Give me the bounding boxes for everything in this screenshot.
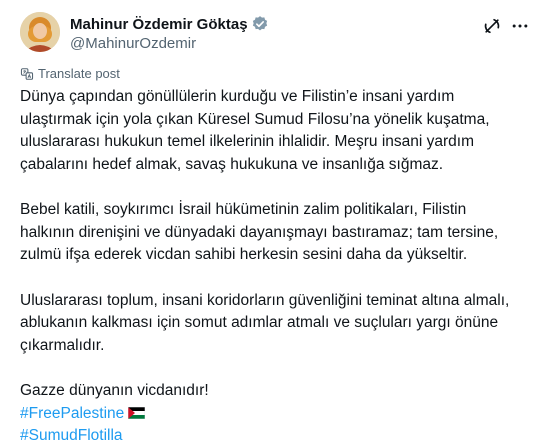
closing-line: Gazze dünyanın vicdanıdır! [20,382,209,399]
text-line: Dünya çapından gönüllülerin kurduğu ve F… [20,88,455,105]
hashtag-text: #SumudFlotilla [20,427,123,444]
grok-icon[interactable] [482,16,502,36]
translate-label: Translate post [38,66,120,81]
text-line: Uluslararası toplum, insani koridorların… [20,291,510,309]
avatar[interactable] [20,12,60,52]
hashtag-text: #FreePalestine [20,404,125,422]
text-line: zulmü ifşa ederek vicdan sahibi herkesin… [20,246,468,263]
translate-icon [20,67,34,80]
more-options-icon[interactable] [510,16,530,36]
hashtag-link[interactable]: #SumudFlotilla [20,425,530,448]
display-name[interactable]: Mahinur Özdemir Göktaş [70,16,248,33]
author-names: Mahinur Özdemir Göktaş @MahinurOzdemir [70,14,269,52]
text-line: ulaştırmak için yola çıkan Küresel Sumud… [20,110,490,128]
hashtag-link[interactable]: #FreePalestine [20,403,530,426]
text-line: çıkarmalıdır. [20,336,105,354]
verified-badge-icon [251,15,269,33]
text-line: Bebel katili, soykırımcı İsrail hükümeti… [20,201,467,218]
translate-post-link[interactable]: Translate post [20,66,120,81]
text-line: ablukanın kalkması için somut adımlar at… [20,314,499,331]
text-line: halkının direnişini ve dünyadaki dayanış… [20,223,499,241]
paragraph: Bebel katili, soykırımcı İsrail hükümeti… [20,199,530,267]
post-body: Dünya çapından gönüllülerin kurduğu ve F… [20,86,530,448]
paragraph: Uluslararası toplum, insani koridorların… [20,290,530,358]
text-line: çabalarını hedef almak, savaş hukukuna v… [20,155,444,173]
post-header: Mahinur Özdemir Göktaş @MahinurOzdemir [20,12,530,56]
text-line: uluslararası hukukun temel ilkelerinin i… [20,133,475,150]
paragraph: Dünya çapından gönüllülerin kurduğu ve F… [20,86,530,176]
handle[interactable]: @MahinurOzdemir [70,35,269,52]
palestine-flag-icon [127,404,146,419]
